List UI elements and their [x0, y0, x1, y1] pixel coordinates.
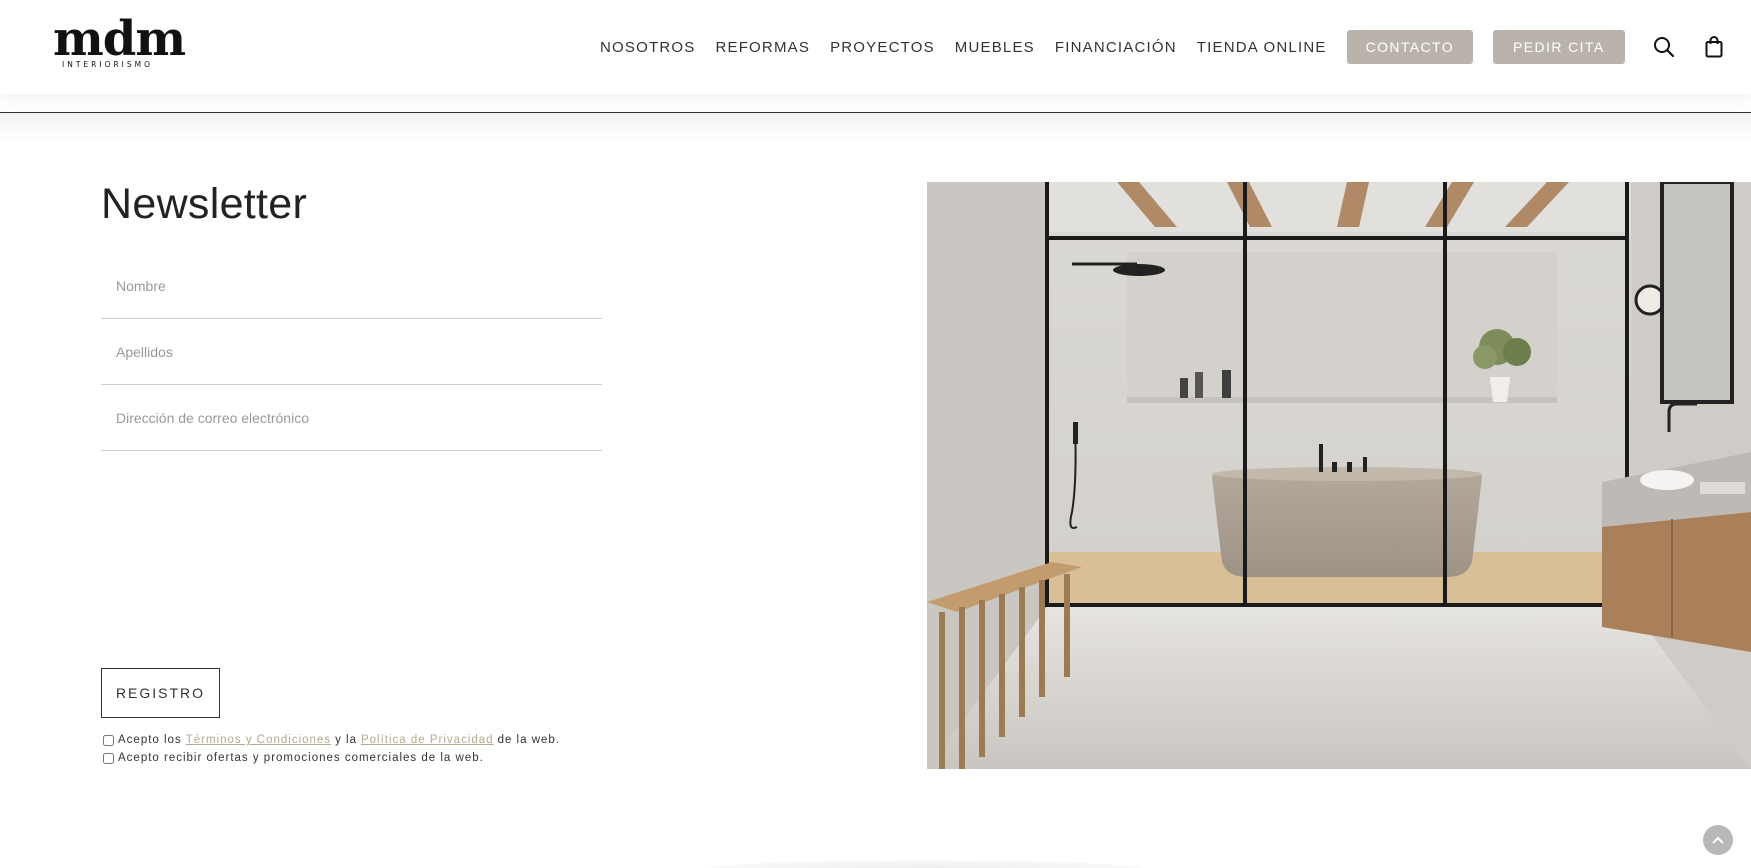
- last-name-input[interactable]: [101, 319, 602, 384]
- offers-checkbox[interactable]: [103, 752, 114, 764]
- last-name-field: [101, 319, 602, 385]
- terms-consent: Acepto los Términos y Condiciones y la P…: [103, 734, 560, 746]
- register-button[interactable]: REGISTRO: [101, 668, 220, 718]
- nav-item-reformas[interactable]: REFORMAS: [715, 39, 810, 56]
- terms-link[interactable]: Términos y Condiciones: [186, 734, 331, 746]
- shopping-bag-icon[interactable]: [1701, 34, 1727, 60]
- nav-item-nosotros[interactable]: NOSOTROS: [600, 39, 695, 56]
- scroll-to-top-button[interactable]: [1703, 825, 1733, 855]
- nav-item-proyectos[interactable]: PROYECTOS: [830, 39, 935, 56]
- email-field: [101, 385, 602, 451]
- appointment-button[interactable]: PEDIR CITA: [1493, 30, 1625, 64]
- nav-item-muebles[interactable]: MUEBLES: [955, 39, 1035, 56]
- site-header: mdm INTERIORISMO NOSOTROS REFORMAS PROYE…: [0, 0, 1751, 94]
- terms-prefix: Acepto los: [118, 734, 182, 746]
- terms-suffix: de la web.: [497, 734, 560, 746]
- logo[interactable]: mdm INTERIORISMO: [53, 11, 186, 80]
- nav-item-tienda-online[interactable]: TIENDA ONLINE: [1197, 39, 1327, 56]
- newsletter-title: Newsletter: [101, 180, 308, 228]
- logo-wordmark: mdm: [53, 11, 186, 67]
- offers-consent: Acepto recibir ofertas y promociones com…: [103, 752, 484, 764]
- main-nav: NOSOTROS REFORMAS PROYECTOS MUEBLES FINA…: [600, 0, 1727, 94]
- footer-shadow: [700, 860, 1150, 868]
- bathroom-photo: [927, 182, 1751, 769]
- terms-middle: y la: [335, 734, 357, 746]
- nav-item-financiacion[interactable]: FINANCIACIÓN: [1055, 39, 1177, 56]
- chevron-up-icon: [1712, 836, 1724, 844]
- bathroom-illustration: [927, 182, 1751, 769]
- search-icon[interactable]: [1651, 34, 1677, 60]
- terms-checkbox[interactable]: [103, 734, 114, 746]
- first-name-input[interactable]: [101, 253, 602, 318]
- privacy-link[interactable]: Política de Privacidad: [361, 734, 494, 746]
- contact-button[interactable]: CONTACTO: [1346, 30, 1474, 64]
- first-name-field: [101, 253, 602, 319]
- email-input[interactable]: [101, 385, 602, 450]
- offers-label: Acepto recibir ofertas y promociones com…: [118, 752, 484, 764]
- divider-shadow: [0, 113, 1751, 143]
